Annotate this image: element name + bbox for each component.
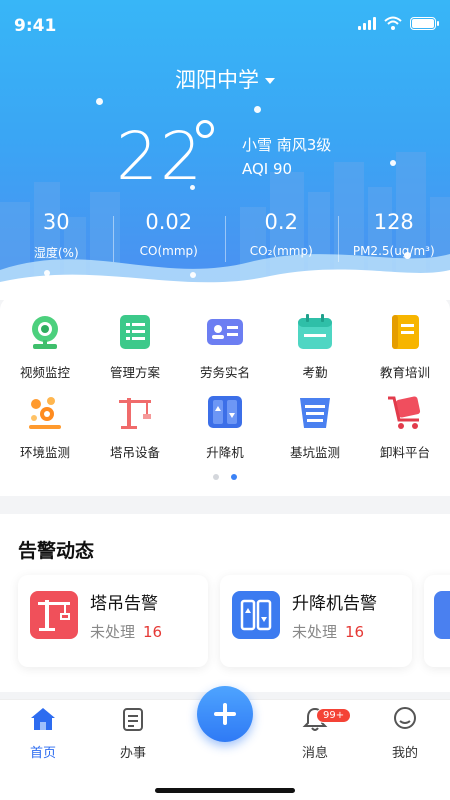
list-icon xyxy=(120,315,150,349)
bottom-tab-bar: 首页 办事 消息 99+ 我的 xyxy=(0,686,450,800)
location-selector[interactable]: 泗阳中学 xyxy=(0,64,450,94)
tab-label: 我的 xyxy=(391,746,418,761)
temperature-value: 22 xyxy=(116,118,204,195)
stat-co: 0.02 CO(mmp) xyxy=(112,210,226,262)
wifi-icon xyxy=(384,16,402,30)
location-name: 泗阳中学 xyxy=(175,68,259,92)
menu-item-environment-monitor[interactable]: 环境监测 xyxy=(0,390,90,470)
environment-stats: 30 湿度(%) 0.02 CO(mmp) 0.2 CO₂(mmp) 128 P… xyxy=(0,210,450,262)
menu-item-tower-crane[interactable]: 塔吊设备 xyxy=(90,390,180,470)
alert-card-elevator[interactable]: 升降机告警 未处理 16 xyxy=(220,575,412,667)
stat-label: 湿度(%) xyxy=(33,246,79,260)
cellular-signal-icon xyxy=(358,16,376,30)
home-indicator xyxy=(155,788,295,793)
status-bar: 9:41 xyxy=(0,0,450,54)
camera-icon xyxy=(32,316,58,349)
menu-item-label: 教育培训 xyxy=(379,365,430,380)
aqi-value: AQI 90 xyxy=(242,160,293,178)
pit-alert-icon xyxy=(434,591,450,639)
stat-co2: 0.2 CO₂(mmp) xyxy=(225,210,338,262)
cart-icon xyxy=(388,396,421,429)
weather-header: 9:41 泗阳中学 22 小雪 南风3级 AQI 90 30 湿度(%) 0.0… xyxy=(0,0,450,300)
elevator-icon xyxy=(208,396,242,428)
user-icon xyxy=(394,707,416,729)
menu-item-label: 环境监测 xyxy=(19,445,70,460)
feature-menu: 视频监控 管理方案 劳务实名 考勤 教育培训 环境监测 塔吊设备 升降机 基坑监… xyxy=(0,296,450,496)
alert-card-tower-crane[interactable]: 塔吊告警 未处理 16 xyxy=(18,575,208,667)
tab-profile[interactable]: 我的 xyxy=(375,706,435,761)
id-card-icon xyxy=(207,319,243,345)
alert-status-text: 未处理 xyxy=(292,623,338,641)
menu-item-labor-real-name[interactable]: 劳务实名 xyxy=(180,310,270,390)
book-icon xyxy=(392,315,419,349)
stat-humidity: 30 湿度(%) xyxy=(0,210,113,261)
tab-label: 消息 xyxy=(301,746,328,761)
menu-item-unloading-platform[interactable]: 卸料平台 xyxy=(360,390,450,470)
menu-item-label: 升降机 xyxy=(206,445,244,460)
alert-name: 升降机告警 xyxy=(292,594,377,614)
menu-item-label: 卸料平台 xyxy=(379,445,430,460)
alert-count: 16 xyxy=(143,623,163,641)
stat-label: PM2.5(ug/m³) xyxy=(352,244,435,258)
message-badge: 99+ xyxy=(316,708,352,723)
home-icon xyxy=(31,708,55,730)
alert-status: 未处理 16 xyxy=(90,621,162,642)
tab-label: 首页 xyxy=(29,746,56,761)
battery-icon xyxy=(410,16,439,30)
stat-value: 0.02 xyxy=(145,210,193,234)
degree-symbol xyxy=(196,120,214,138)
section-title: 告警动态 xyxy=(18,540,95,562)
environment-icon xyxy=(29,397,61,429)
menu-item-pit-monitor[interactable]: 基坑监测 xyxy=(270,390,360,470)
dropdown-arrow-icon xyxy=(265,78,275,84)
add-button[interactable] xyxy=(197,686,253,742)
weather-condition: 小雪 南风3级 xyxy=(242,136,332,154)
stat-label: CO₂(mmp) xyxy=(249,244,313,258)
menu-item-label: 视频监控 xyxy=(19,365,70,380)
status-time: 9:41 xyxy=(14,16,57,36)
menu-item-management-plan[interactable]: 管理方案 xyxy=(90,310,180,390)
tower-crane-icon xyxy=(119,398,151,429)
pit-icon xyxy=(300,398,330,428)
menu-item-elevator[interactable]: 升降机 xyxy=(180,390,270,470)
alert-status-text: 未处理 xyxy=(90,623,136,641)
tower-crane-alert-icon xyxy=(30,591,78,639)
alert-status: 未处理 16 xyxy=(292,621,364,642)
menu-item-education-training[interactable]: 教育培训 xyxy=(360,310,450,390)
menu-item-label: 劳务实名 xyxy=(199,365,250,380)
clipboard-icon xyxy=(123,708,143,731)
alert-section: 告警动态 塔吊告警 未处理 16 升降机告警 未处理 16 xyxy=(0,514,450,692)
menu-item-label: 塔吊设备 xyxy=(109,445,160,460)
menu-item-label: 管理方案 xyxy=(109,365,160,380)
stat-value: 0.2 xyxy=(264,210,298,234)
tab-home[interactable]: 首页 xyxy=(13,706,73,761)
page-indicator xyxy=(0,474,450,480)
page-dot[interactable] xyxy=(213,474,219,480)
menu-item-label: 考勤 xyxy=(302,365,328,380)
alert-name: 塔吊告警 xyxy=(90,594,158,614)
elevator-alert-icon xyxy=(232,591,280,639)
tab-tasks[interactable]: 办事 xyxy=(103,706,163,761)
stat-value: 128 xyxy=(373,210,414,234)
tab-label: 办事 xyxy=(119,746,146,761)
menu-item-label: 基坑监测 xyxy=(289,445,340,460)
alert-card-partial[interactable] xyxy=(424,575,450,667)
page-dot-active[interactable] xyxy=(231,474,237,480)
calendar-icon xyxy=(298,314,332,349)
stat-pm25: 128 PM2.5(ug/m³) xyxy=(337,210,450,262)
alert-count: 16 xyxy=(345,623,365,641)
stat-value: 30 xyxy=(42,210,70,234)
menu-item-video-monitor[interactable]: 视频监控 xyxy=(0,310,90,390)
menu-item-attendance[interactable]: 考勤 xyxy=(270,310,360,390)
stat-label: CO(mmp) xyxy=(139,244,198,258)
